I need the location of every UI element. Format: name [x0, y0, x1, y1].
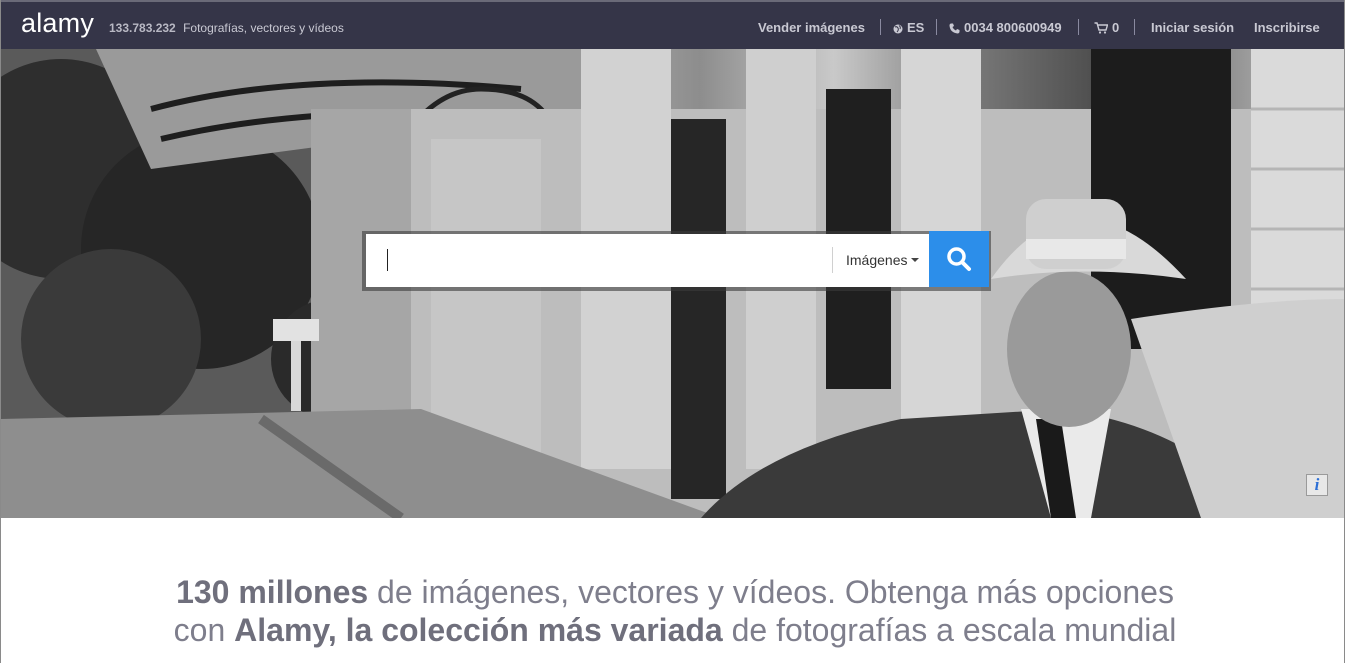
search-button[interactable]	[929, 231, 989, 287]
headline: 130 millones de imágenes, vectores y víd…	[150, 573, 1200, 649]
media-type-dropdown[interactable]: Imágenes	[846, 252, 920, 268]
cart-link[interactable]: 0	[1094, 20, 1119, 35]
tagline-text: Fotografías, vectores y vídeos	[183, 21, 344, 35]
search-bar: Imágenes	[362, 231, 991, 291]
search-field-wrapper: Imágenes	[366, 234, 929, 287]
login-link[interactable]: Iniciar sesión	[1151, 20, 1234, 35]
cart-icon	[1094, 22, 1109, 34]
headline-text-end: de fotografías a escala mundial	[722, 612, 1177, 648]
signup-link[interactable]: Inscribirse	[1254, 20, 1320, 35]
image-count: 133.783.232	[109, 21, 176, 35]
search-divider	[832, 247, 833, 273]
nav-divider	[936, 19, 937, 35]
site-tagline: 133.783.232 Fotografías, vectores y víde…	[109, 21, 344, 35]
magnifier-icon	[947, 247, 971, 271]
phone-link[interactable]: 0034 800600949	[949, 20, 1062, 35]
info-icon[interactable]: i	[1306, 474, 1328, 496]
caret-down-icon	[911, 258, 920, 262]
language-label: ES	[907, 20, 925, 35]
alamy-logo[interactable]: alamy	[21, 8, 94, 39]
search-input[interactable]	[382, 246, 826, 276]
top-navigation-bar: alamy 133.783.232 Fotografías, vectores …	[1, 2, 1344, 49]
headline-highlight-brand: Alamy, la colección más variada	[234, 612, 723, 648]
phone-number: 0034 800600949	[964, 20, 1062, 35]
media-type-label: Imágenes	[846, 252, 908, 268]
sell-images-link[interactable]: Vender imágenes	[758, 20, 865, 35]
nav-divider	[880, 19, 881, 35]
hero-banner: Imágenes i	[1, 49, 1344, 518]
nav-divider	[1134, 19, 1135, 35]
globe-icon	[893, 24, 903, 34]
nav-divider	[1078, 19, 1079, 35]
cart-count: 0	[1112, 20, 1120, 35]
text-cursor	[387, 249, 388, 271]
headline-highlight-count: 130 millones	[176, 574, 369, 610]
language-selector[interactable]: ES	[893, 20, 924, 35]
phone-icon	[949, 23, 960, 34]
